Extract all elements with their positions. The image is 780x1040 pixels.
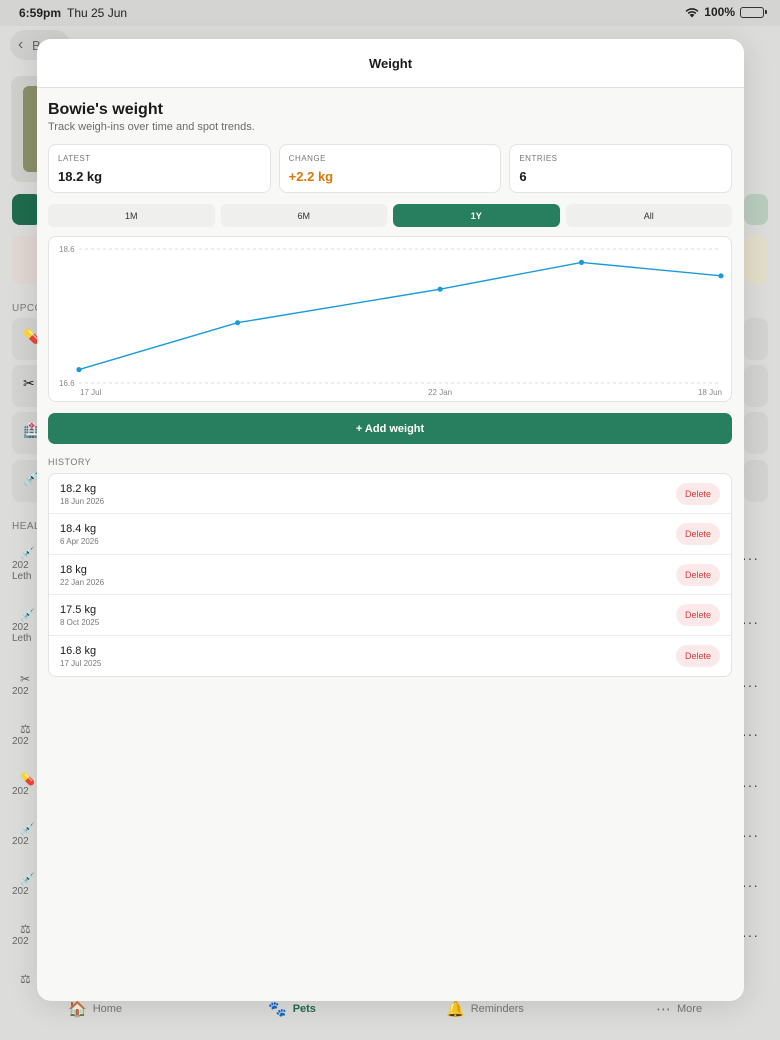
- chart-y-tick-label: 18.6: [59, 245, 75, 254]
- bg-alert-card-right: [744, 236, 768, 284]
- history-row: 18 kg 22 Jan 2026 Delete: [49, 555, 731, 596]
- chart-series-line: [78, 261, 722, 371]
- range-1y[interactable]: 1Y: [393, 204, 560, 227]
- history-label: HISTORY: [48, 457, 92, 467]
- stat-label: ENTRIES: [519, 154, 558, 163]
- stat-value: +2.2 kg: [288, 169, 334, 184]
- battery-percent: 100%: [704, 5, 735, 19]
- weight-sheet: Weight Bowie's weight Track weigh-ins ov…: [37, 39, 744, 1001]
- history-date: 17 Jul 2025: [60, 658, 102, 668]
- chart-point: [718, 273, 724, 279]
- tab-reminders[interactable]: 🔔 Reminders: [446, 1000, 524, 1018]
- more-dots-icon: ···: [742, 550, 759, 566]
- more-dots-icon: ···: [742, 614, 759, 630]
- delete-button[interactable]: Delete: [676, 644, 720, 667]
- status-date: Thu 25 Jun: [67, 6, 128, 20]
- more-dots-icon: ···: [742, 726, 759, 742]
- bg-health-label: HEAL: [12, 521, 41, 532]
- status-time: 6:59pm: [19, 6, 62, 20]
- status-bar: 6:59pm Thu 25 Jun 100%: [0, 0, 780, 26]
- range-all[interactable]: All: [565, 204, 732, 227]
- stat-change: CHANGE +2.2 kg: [278, 144, 502, 193]
- sheet-header-title: Weight: [37, 39, 744, 88]
- add-weight-button[interactable]: + Add weight: [48, 413, 732, 444]
- battery-icon: [740, 6, 767, 18]
- history-weight: 17.5 kg: [60, 604, 97, 617]
- chart-point: [76, 367, 82, 373]
- chart-point: [437, 286, 443, 292]
- bg-row-right: [744, 318, 768, 360]
- history-row: 18.4 kg 6 Apr 2026 Delete: [49, 514, 731, 555]
- history-date: 18 Jun 2026: [60, 497, 105, 506]
- bg-row-right: [744, 460, 768, 502]
- stat-label: CHANGE: [288, 154, 326, 163]
- stat-entries: ENTRIES 6: [509, 144, 733, 193]
- stat-label: LATEST: [58, 154, 91, 163]
- bg-row-right: [744, 412, 768, 454]
- tab-more[interactable]: ⋯ More: [656, 1000, 702, 1018]
- history-list: 18.2 kg 18 Jun 2026 Delete 18.4 kg 6 Apr…: [48, 473, 732, 677]
- more-dots-icon: ···: [742, 927, 759, 943]
- more-dots-icon: ···: [742, 777, 759, 793]
- status-right: 100%: [685, 5, 767, 19]
- chart-x-tick-label: 17 Jul: [80, 388, 102, 397]
- history-date: 8 Oct 2025: [60, 618, 100, 628]
- history-date: 6 Apr 2026: [60, 537, 99, 547]
- chevron-left-icon: ‹: [18, 36, 24, 53]
- page-title: Bowie's weight: [48, 101, 163, 118]
- history-row: 17.5 kg 8 Oct 2025 Delete: [49, 595, 731, 636]
- history-weight: 18 kg: [60, 563, 87, 576]
- bell-icon: 🔔: [446, 1001, 465, 1018]
- more-icon: ⋯: [656, 1001, 671, 1018]
- delete-button[interactable]: Delete: [676, 523, 720, 546]
- chart-point: [578, 259, 585, 265]
- more-dots-icon: ···: [742, 677, 759, 693]
- history-row: 16.8 kg 17 Jul 2025 Delete: [49, 636, 731, 676]
- history-weight: 16.8 kg: [60, 644, 97, 657]
- range-6m[interactable]: 6M: [220, 204, 387, 227]
- history-weight: 18.2 kg: [60, 483, 97, 495]
- range-1m[interactable]: 1M: [48, 204, 215, 227]
- page-subtitle: Track weigh-ins over time and spot trend…: [48, 121, 255, 133]
- stat-value: 18.2 kg: [58, 169, 103, 184]
- history-row: 18.2 kg 18 Jun 2026 Delete: [49, 474, 731, 515]
- bg-row-right: [744, 365, 768, 407]
- tab-home[interactable]: 🏠 Home: [68, 1000, 122, 1018]
- delete-button[interactable]: Delete: [676, 563, 720, 586]
- chart-point: [234, 320, 241, 326]
- wifi-icon: [685, 7, 699, 17]
- chart-y-tick-label: 16.6: [59, 379, 75, 388]
- weight-chart: 18.6 16.6 17 Jul 22 Jan 18 Jun: [48, 236, 732, 402]
- chart-x-tick-label: 22 Jan: [428, 388, 452, 397]
- history-weight: 18.4 kg: [60, 523, 97, 536]
- chart-x-tick-label: 18 Jun: [698, 388, 722, 397]
- history-date: 22 Jan 2026: [60, 577, 105, 587]
- tab-pets[interactable]: 🐾 Pets: [268, 1000, 316, 1018]
- range-selector: 1M 6M 1Y All: [48, 204, 732, 227]
- paw-icon: 🐾: [268, 1001, 287, 1018]
- more-dots-icon: ···: [742, 877, 759, 893]
- more-dots-icon: ···: [742, 827, 759, 843]
- stat-latest: LATEST 18.2 kg: [48, 144, 271, 193]
- stats-row: LATEST 18.2 kg CHANGE +2.2 kg ENTRIES 6: [48, 144, 733, 193]
- weight-chart-svg: 18.6 16.6 17 Jul 22 Jan 18 Jun: [59, 245, 724, 397]
- bg-action-button-right: [744, 194, 768, 225]
- house-icon: 🏠: [68, 1001, 87, 1018]
- delete-button[interactable]: Delete: [676, 483, 720, 505]
- delete-button[interactable]: Delete: [676, 604, 720, 627]
- stat-value: 6: [519, 169, 527, 184]
